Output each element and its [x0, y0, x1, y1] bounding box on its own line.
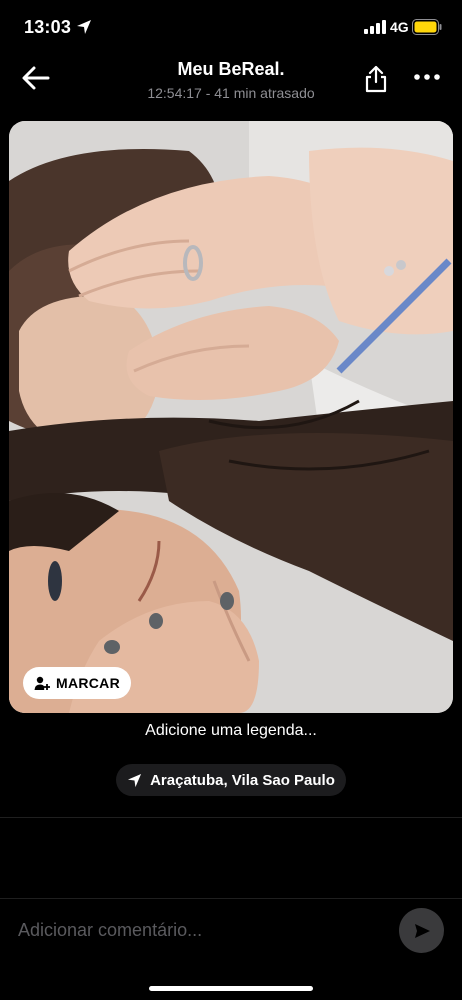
- status-time: 13:03: [24, 17, 72, 37]
- title-block: Meu BeReal. 12:54:17 - 41 min atrasado: [0, 59, 462, 101]
- tag-people-button[interactable]: MARCAR: [23, 667, 131, 699]
- add-person-icon: [34, 676, 50, 690]
- comment-input[interactable]: [18, 912, 378, 948]
- battery-icon: [412, 19, 442, 35]
- bereal-photo[interactable]: MARCAR: [9, 121, 453, 713]
- caption-placeholder[interactable]: Adicione uma legenda...: [0, 722, 462, 740]
- tag-button-label: MARCAR: [55, 675, 120, 691]
- location-label: Araçatuba, Vila Sao Paulo: [150, 771, 335, 789]
- location-chip[interactable]: Araçatuba, Vila Sao Paulo: [116, 764, 346, 796]
- photo-image: [9, 121, 453, 713]
- network-type: 4G: [390, 19, 409, 35]
- location-arrow-icon: [128, 773, 142, 787]
- send-icon: [414, 923, 430, 938]
- signal-icon: [364, 20, 386, 34]
- page-title: Meu BeReal.: [177, 59, 285, 79]
- status-bar: 13:03 4G: [0, 0, 462, 54]
- home-indicator: [149, 986, 313, 991]
- post-time-subtitle: 12:54:17 - 41 min atrasado: [147, 85, 315, 101]
- location-arrow-icon: [77, 20, 91, 34]
- send-button[interactable]: [399, 908, 444, 953]
- more-icon[interactable]: [414, 72, 440, 82]
- share-icon[interactable]: [362, 64, 390, 94]
- divider: [0, 898, 462, 899]
- header: Meu BeReal. 12:54:17 - 41 min atrasado: [0, 54, 462, 114]
- divider: [0, 817, 462, 818]
